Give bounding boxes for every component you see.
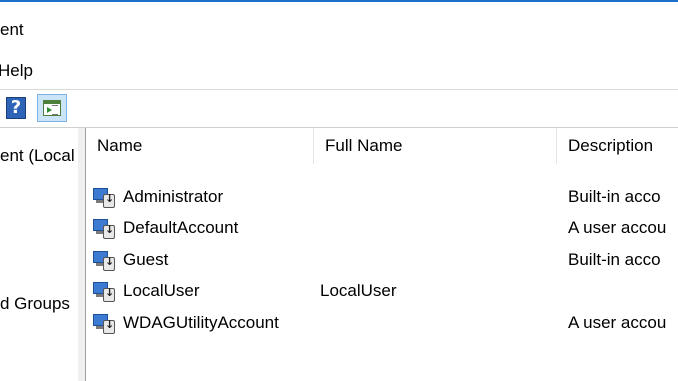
user-name: DefaultAccount xyxy=(123,218,239,237)
user-description: A user accou xyxy=(568,218,667,237)
column-header-description[interactable]: Description xyxy=(557,128,678,164)
tree-item-groups[interactable]: d Groups xyxy=(0,294,70,314)
column-header-full-name[interactable]: Full Name xyxy=(314,128,557,164)
help-icon: ? xyxy=(6,97,26,119)
user-full-name: LocalUser xyxy=(320,281,397,300)
menu-help[interactable]: Help xyxy=(0,61,33,81)
user-description: Built-in acco xyxy=(568,187,661,206)
console-tree: ent (Local d Groups xyxy=(0,128,79,381)
table-row[interactable]: Administrator Built-in acco xyxy=(86,182,678,213)
user-icon xyxy=(93,314,115,334)
table-row[interactable]: DefaultAccount A user accou xyxy=(86,213,678,244)
column-header-name[interactable]: Name xyxy=(86,128,314,164)
table-row[interactable]: LocalUser LocalUser xyxy=(86,276,678,307)
user-icon xyxy=(93,251,115,271)
title-bar: ent xyxy=(0,0,678,53)
menu-bar: Help xyxy=(0,53,678,90)
pane-splitter[interactable] xyxy=(78,128,86,381)
help-button[interactable]: ? xyxy=(5,95,29,121)
toolbar: ? xyxy=(0,90,678,128)
table-row[interactable]: WDAGUtilityAccount A user accou xyxy=(86,308,678,339)
table-row[interactable]: Guest Built-in acco xyxy=(86,245,678,276)
user-name: WDAGUtilityAccount xyxy=(123,313,279,332)
tree-item-root[interactable]: ent (Local xyxy=(0,146,75,166)
user-icon xyxy=(93,282,115,302)
user-name: Guest xyxy=(123,250,169,269)
user-list: Name Full Name Description Administrator… xyxy=(86,128,678,381)
user-name: Administrator xyxy=(123,187,224,206)
user-icon xyxy=(93,219,115,239)
window-title: ent xyxy=(0,20,24,39)
user-icon xyxy=(93,188,115,208)
user-name: LocalUser xyxy=(123,281,200,300)
user-description: Built-in acco xyxy=(568,250,661,269)
user-description: A user accou xyxy=(568,313,667,332)
show-action-pane-button[interactable] xyxy=(37,94,67,122)
